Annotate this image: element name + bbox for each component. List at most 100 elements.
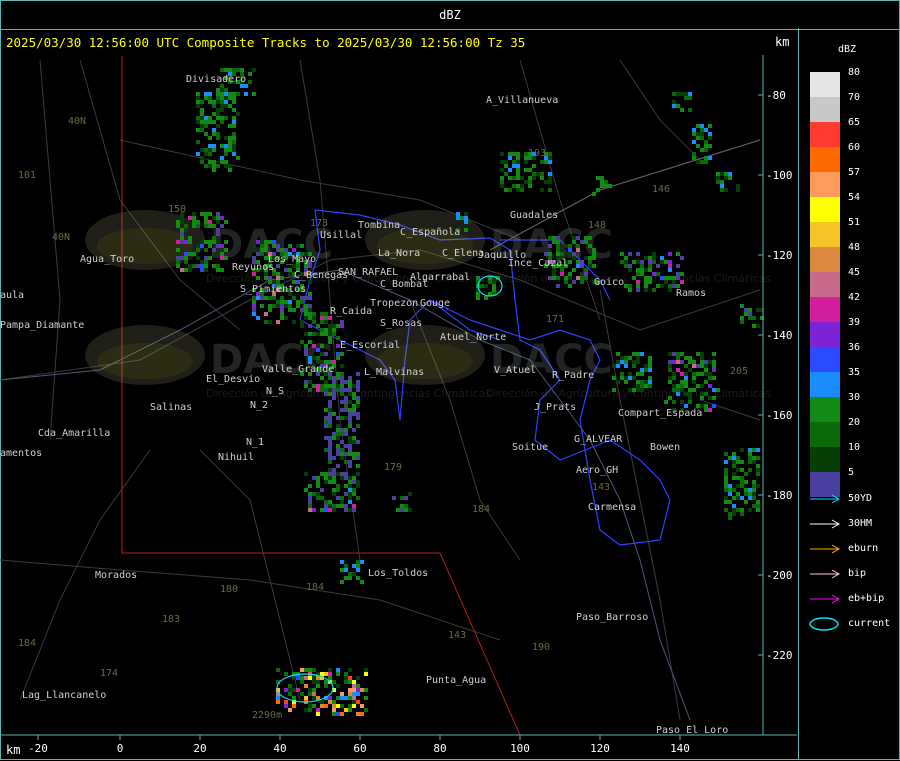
place-label: Salinas: [150, 402, 192, 413]
radar-pixel: [340, 408, 344, 412]
radar-pixel: [200, 264, 204, 268]
radar-pixel: [396, 508, 400, 512]
radar-pixel: [304, 316, 308, 320]
radar-pixel: [216, 100, 220, 104]
radar-pixel: [584, 268, 588, 272]
radar-pixel: [316, 484, 320, 488]
radar-pixel: [684, 392, 688, 396]
radar-pixel: [356, 456, 360, 460]
dbz-swatch: [810, 72, 840, 97]
place-label: Paso_Barroso: [576, 612, 648, 623]
radar-pixel: [560, 252, 564, 256]
radar-pixel: [504, 188, 508, 192]
radar-pixel: [356, 560, 360, 564]
radar-pixel: [208, 120, 212, 124]
radar-pixel: [684, 384, 688, 388]
radar-pixel: [336, 384, 340, 388]
radar-pixel: [308, 508, 312, 512]
radar-pixel: [644, 280, 648, 284]
radar-pixel: [364, 708, 368, 712]
radar-pixel: [364, 696, 368, 700]
radar-pixel: [356, 452, 360, 456]
radar-pixel: [348, 500, 352, 504]
radar-pixel: [308, 380, 312, 384]
radar-pixel: [696, 132, 700, 136]
radar-pixel: [748, 496, 752, 500]
radar-pixel: [708, 384, 712, 388]
radar-pixel: [548, 244, 552, 248]
radar-pixel: [344, 460, 348, 464]
radar-pixel: [736, 496, 740, 500]
radar-pixel: [216, 264, 220, 268]
radar-pixel: [196, 244, 200, 248]
x-tick-label: 40: [273, 742, 286, 755]
radar-pixel: [576, 264, 580, 268]
radar-pixel: [192, 224, 196, 228]
x-tick-label: 20: [193, 742, 206, 755]
radar-pixel: [360, 580, 364, 584]
radar-pixel: [316, 348, 320, 352]
radar-pixel: [696, 352, 700, 356]
radar-pixel: [668, 376, 672, 380]
radar-pixel: [620, 360, 624, 364]
radar-pixel: [312, 344, 316, 348]
radar-pixel: [332, 700, 336, 704]
elevation-number: 143: [448, 630, 466, 641]
elevation-number: 143: [592, 482, 610, 493]
radar-pixel: [332, 468, 336, 472]
radar-map[interactable]: DACCDirección de Agricultura y Contingen…: [0, 0, 900, 761]
elevation-number: 148: [588, 220, 606, 231]
radar-pixel: [212, 264, 216, 268]
radar-pixel: [352, 456, 356, 460]
radar-pixel: [512, 160, 516, 164]
track-arrow-icon: [810, 569, 841, 579]
radar-pixel: [348, 384, 352, 388]
radar-pixel: [696, 364, 700, 368]
elevation-number: 184: [18, 638, 36, 649]
radar-pixel: [216, 108, 220, 112]
radar-pixel: [348, 464, 352, 468]
radar-pixel: [184, 228, 188, 232]
radar-pixel: [196, 92, 200, 96]
radar-pixel: [252, 308, 256, 312]
radar-pixel: [332, 488, 336, 492]
radar-pixel: [644, 256, 648, 260]
radar-pixel: [308, 308, 312, 312]
radar-pixel: [656, 284, 660, 288]
radar-pixel: [708, 156, 712, 160]
radar-pixel: [732, 472, 736, 476]
radar-pixel: [680, 92, 684, 96]
radar-pixel: [724, 176, 728, 180]
radar-pixel: [336, 472, 340, 476]
elevation-number: 205: [730, 366, 748, 377]
radar-pixel: [208, 136, 212, 140]
radar-pixel: [752, 324, 756, 328]
radar-pixel: [344, 672, 348, 676]
radar-pixel: [288, 268, 292, 272]
radar-pixel: [252, 296, 256, 300]
radar-pixel: [180, 268, 184, 272]
radar-pixel: [320, 376, 324, 380]
radar-pixel: [352, 428, 356, 432]
radar-pixel: [324, 352, 328, 356]
dbz-label: 10: [848, 442, 861, 453]
radar-pixel: [220, 96, 224, 100]
radar-pixel: [292, 688, 296, 692]
radar-pixel: [308, 500, 312, 504]
radar-pixel: [224, 88, 228, 92]
radar-pixel: [576, 236, 580, 240]
radar-pixel: [204, 264, 208, 268]
radar-pixel: [200, 120, 204, 124]
radar-pixel: [736, 456, 740, 460]
radar-pixel: [324, 316, 328, 320]
radar-pixel: [224, 160, 228, 164]
radar-pixel: [348, 676, 352, 680]
radar-pixel: [648, 380, 652, 384]
radar-pixel: [636, 380, 640, 384]
radar-pixel: [752, 480, 756, 484]
place-label: Soitue: [512, 442, 548, 453]
radar-pixel: [304, 304, 308, 308]
y-tick-label: -180: [766, 489, 793, 502]
radar-pixel: [556, 236, 560, 240]
radar-pixel: [312, 356, 316, 360]
